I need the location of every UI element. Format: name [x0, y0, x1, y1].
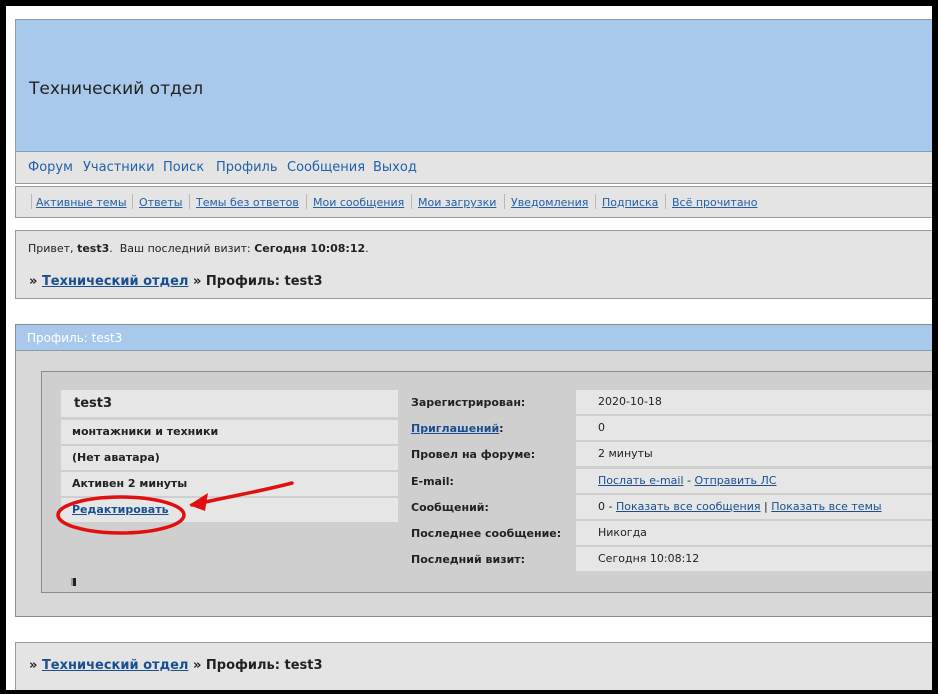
last-visit-label: Ваш последний визит:	[119, 242, 251, 255]
profile-activity: Активен 2 минуты	[61, 472, 398, 496]
divider	[306, 194, 307, 209]
main-nav: Форум Участники Поиск Профиль Сообщения …	[15, 152, 932, 184]
show-all-posts-link[interactable]: Показать все сообщения	[616, 500, 761, 513]
invites-link[interactable]: Приглашений	[411, 422, 499, 435]
profile-edit-cell: Редактировать	[61, 498, 398, 522]
breadcrumb-forum-link[interactable]: Технический отдел	[42, 274, 188, 289]
subnav-unanswered[interactable]: Темы без ответов	[196, 196, 299, 209]
label-email: E-mail:	[411, 475, 454, 488]
footer-breadcrumb: » Технический отдел » Профиль: test3	[29, 658, 323, 673]
invites-colon: :	[499, 422, 504, 435]
profile-panel: Профиль: test3 test3 монтажники и техник…	[15, 324, 932, 617]
forum-header: Технический отдел	[15, 19, 932, 152]
label-registered: Зарегистрирован:	[411, 396, 526, 409]
greeting-user: test3	[77, 242, 110, 255]
divider	[31, 194, 32, 209]
nav-forum[interactable]: Форум	[28, 160, 73, 175]
send-email-link[interactable]: Послать e-mail	[598, 474, 684, 487]
greeting: Привет, test3. Ваш последний визит: Сего…	[28, 242, 369, 255]
subnav-subscriptions[interactable]: Подписка	[602, 196, 658, 209]
greeting-dot: .	[109, 242, 113, 255]
last-visit-value: Сегодня 10:08:12	[254, 242, 366, 255]
breadcrumb-sep: »	[192, 274, 202, 289]
divider	[595, 194, 596, 209]
subnav-notifications[interactable]: Уведомления	[511, 196, 588, 209]
value-last-visit: Сегодня 10:08:12	[576, 547, 932, 571]
subnav-replies[interactable]: Ответы	[139, 196, 182, 209]
divider	[189, 194, 190, 209]
breadcrumb-sep: »	[192, 658, 202, 673]
value-posts: 0 - Показать все сообщения | Показать вс…	[576, 495, 932, 519]
value-invites: 0	[576, 416, 932, 440]
edit-profile-link[interactable]: Редактировать	[72, 503, 169, 516]
value-email: Послать e-mail - Отправить ЛС	[576, 469, 932, 493]
sub-nav: Активные темы Ответы Темы без ответов Мо…	[15, 186, 932, 218]
profile-heading: Профиль: test3	[16, 325, 932, 351]
label-last-visit: Последний визит:	[411, 553, 526, 566]
breadcrumb-current: Профиль: test3	[205, 274, 323, 289]
show-all-topics-link[interactable]: Показать все темы	[771, 500, 881, 513]
footer-breadcrumb-box: » Технический отдел » Профиль: test3	[15, 642, 932, 690]
subnav-my-posts[interactable]: Мои сообщения	[313, 196, 404, 209]
forum-title: Технический отдел	[29, 79, 204, 99]
label-last-post: Последнее сообщение:	[411, 527, 562, 540]
nav-members[interactable]: Участники	[83, 160, 155, 175]
scroll-marker-icon	[71, 578, 76, 586]
subnav-active-topics[interactable]: Активные темы	[36, 196, 127, 209]
posts-count: 0 -	[598, 500, 613, 513]
subnav-my-uploads[interactable]: Мои загрузки	[418, 196, 496, 209]
profile-username: test3	[61, 390, 398, 417]
nav-profile[interactable]: Профиль	[216, 160, 278, 175]
send-pm-link[interactable]: Отправить ЛС	[695, 474, 777, 487]
footer-forum-link[interactable]: Технический отдел	[42, 658, 188, 673]
divider	[132, 194, 133, 209]
email-dash: -	[687, 474, 691, 487]
greeting-end-dot: .	[365, 242, 369, 255]
label-online: Провел на форуме:	[411, 448, 536, 461]
label-posts: Сообщений:	[411, 501, 489, 514]
footer-breadcrumb-current: Профиль: test3	[205, 658, 323, 673]
divider	[411, 194, 412, 209]
breadcrumb-sep: »	[29, 274, 38, 289]
value-registered: 2020-10-18	[576, 390, 932, 414]
nav-logout[interactable]: Выход	[373, 160, 417, 175]
nav-messages[interactable]: Сообщения	[287, 160, 365, 175]
value-last-post: Никогда	[576, 521, 932, 545]
breadcrumb-sep: »	[29, 658, 38, 673]
divider	[504, 194, 505, 209]
value-online: 2 минуты	[576, 442, 932, 466]
welcome-box: Привет, test3. Ваш последний визит: Сего…	[15, 230, 932, 299]
subnav-mark-all-read[interactable]: Всё прочитано	[672, 196, 757, 209]
nav-search[interactable]: Поиск	[163, 160, 204, 175]
breadcrumb: » Технический отдел » Профиль: test3	[29, 274, 323, 289]
greeting-prefix: Привет,	[28, 242, 74, 255]
page: Технический отдел Форум Участники Поиск …	[6, 6, 932, 690]
posts-pipe: |	[764, 500, 768, 513]
profile-group: монтажники и техники	[61, 420, 398, 444]
divider	[665, 194, 666, 209]
profile-avatar: (Нет аватара)	[61, 446, 398, 470]
label-invites: Приглашений:	[411, 422, 504, 435]
profile-content: test3 монтажники и техники (Нет аватара)…	[41, 371, 932, 593]
